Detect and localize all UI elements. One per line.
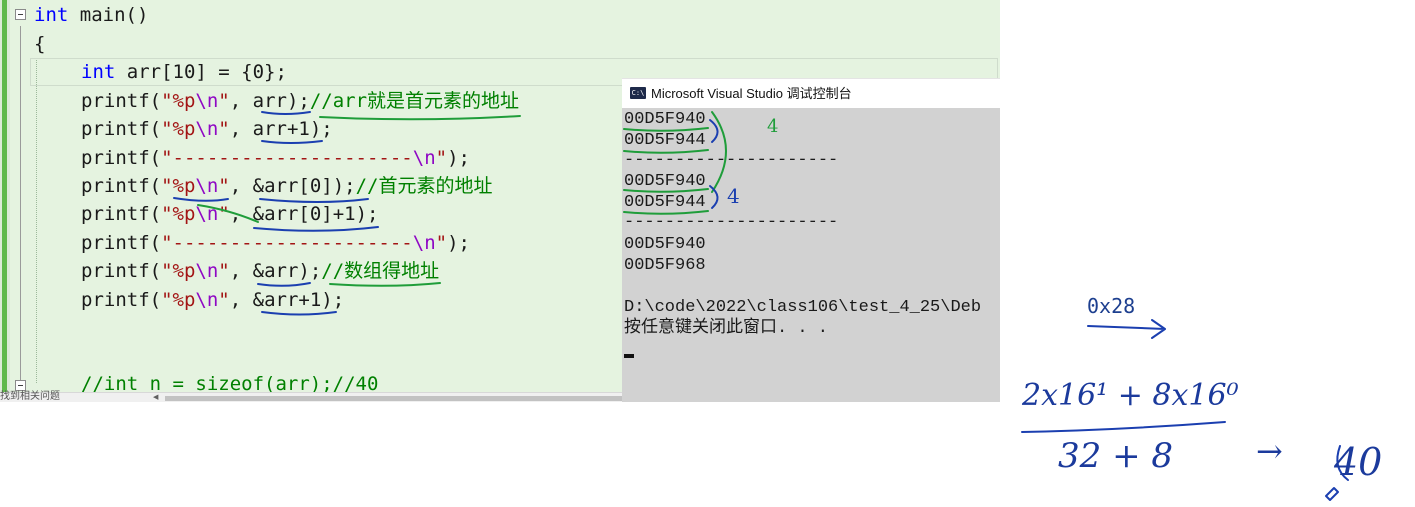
string-close: " — [435, 232, 448, 254]
scroll-left-icon[interactable]: ◀ — [153, 394, 158, 401]
console-line: 按任意键关闭此窗口. . . — [624, 319, 829, 338]
code-line-3[interactable]: int arr[10] = {0}; — [81, 58, 287, 86]
pen-cursor-icon — [1325, 487, 1339, 501]
function-call: printf( — [81, 147, 162, 169]
code-line-6[interactable]: printf("---------------------\n"); — [81, 144, 470, 172]
diff-note-2: 4 — [727, 184, 740, 208]
function-call: printf( — [81, 260, 162, 282]
string-close: " — [435, 147, 448, 169]
keyword-int: int — [81, 61, 116, 83]
fold-guide-line — [20, 26, 21, 381]
debug-console-window[interactable]: C:\ Microsoft Visual Studio 调试控制台 00D5F9… — [622, 78, 1000, 402]
escape-sequence: \n — [195, 118, 219, 140]
code-comment: //数组得地址 — [321, 260, 440, 282]
collapse-comment-icon[interactable] — [15, 380, 26, 391]
call-args: , &arr+1); — [229, 289, 345, 311]
escape-sequence: \n — [195, 175, 219, 197]
diff-note-1: 4 — [767, 116, 779, 137]
function-call: printf( — [81, 203, 162, 225]
console-line: 00D5F944 — [624, 193, 706, 212]
collapse-main-icon[interactable] — [15, 9, 26, 20]
function-call: printf( — [81, 289, 162, 311]
code-comment: //首元素的地址 — [355, 175, 493, 197]
escape-sequence: \n — [412, 147, 436, 169]
code-line-1[interactable]: int main() — [34, 1, 148, 29]
escape-sequence: \n — [195, 260, 219, 282]
code-line-9[interactable]: printf("---------------------\n"); — [81, 229, 470, 257]
function-call: printf( — [81, 118, 162, 140]
hex-numerator: 2x16¹ + 8x16⁰ — [1022, 378, 1239, 413]
string-close: " — [218, 118, 230, 140]
console-line: D:\code\2022\class106\test_4_25\Deb — [624, 298, 982, 317]
console-line: 00D5F940 — [624, 235, 706, 254]
console-cursor — [624, 354, 634, 358]
code-line-2[interactable]: { — [34, 30, 45, 58]
code-line-8[interactable]: printf("%p\n", &arr[0]+1); — [81, 200, 378, 228]
code-line-5[interactable]: printf("%p\n", arr+1); — [81, 115, 333, 143]
call-args: , arr); — [229, 90, 310, 112]
console-output[interactable]: 00D5F940 00D5F944 --------------------- … — [622, 108, 1000, 402]
call-args: , &arr[0]+1); — [229, 203, 379, 225]
string-close: " — [218, 289, 230, 311]
call-args: , &arr); — [229, 260, 322, 282]
console-app-icon: C:\ — [630, 87, 646, 99]
string-literal: "%p — [161, 118, 196, 140]
change-tracking-bar — [2, 0, 7, 392]
string-close: " — [218, 203, 230, 225]
code-line-10[interactable]: printf("%p\n", &arr);//数组得地址 — [81, 257, 439, 285]
find-related-issues-hint[interactable]: 找到相关问题 — [0, 391, 60, 402]
offset-label: 0x28 — [1087, 294, 1136, 318]
console-line: 00D5F940 — [624, 110, 706, 129]
string-close: " — [218, 90, 230, 112]
function-call: printf( — [81, 232, 162, 254]
console-line: --------------------- — [624, 151, 839, 170]
code-line-4[interactable]: printf("%p\n", arr);//arr就是首元素的地址 — [81, 87, 519, 115]
string-literal: "%p — [161, 289, 196, 311]
code-line-11[interactable]: printf("%p\n", &arr+1); — [81, 286, 344, 314]
function-signature: main() — [68, 4, 149, 26]
string-literal: "--------------------- — [161, 147, 413, 169]
string-close: " — [218, 175, 230, 197]
console-line: --------------------- — [624, 213, 839, 232]
escape-sequence: \n — [195, 90, 219, 112]
call-args: ); — [447, 232, 470, 254]
function-call: printf( — [81, 175, 162, 197]
open-brace: { — [34, 33, 46, 55]
string-close: " — [218, 260, 230, 282]
string-literal: "%p — [161, 203, 196, 225]
escape-sequence: \n — [195, 203, 219, 225]
result-arrow-icon: → — [1256, 432, 1283, 470]
indent-guide — [36, 58, 37, 383]
string-literal: "%p — [161, 175, 196, 197]
function-call: printf( — [81, 90, 162, 112]
escape-sequence: \n — [412, 232, 436, 254]
call-args: , &arr[0]); — [229, 175, 356, 197]
array-declaration: arr[10] = {0}; — [115, 61, 287, 83]
console-line: 00D5F968 — [624, 256, 706, 275]
result-value: 40 — [1334, 440, 1383, 484]
keyword-int: int — [34, 4, 69, 26]
screen: int main() { int arr[10] = {0}; printf("… — [0, 0, 1415, 507]
fraction-bar — [1021, 421, 1226, 433]
console-title: Microsoft Visual Studio 调试控制台 — [651, 86, 852, 101]
string-literal: "%p — [161, 260, 196, 282]
string-literal: "%p — [161, 90, 196, 112]
call-args: , arr+1); — [229, 118, 333, 140]
console-line: 00D5F940 — [624, 172, 706, 191]
code-line-7[interactable]: printf("%p\n", &arr[0]);//首元素的地址 — [81, 172, 492, 200]
scrollbar-thumb[interactable] — [165, 396, 622, 401]
string-literal: "--------------------- — [161, 232, 413, 254]
console-titlebar[interactable]: C:\ Microsoft Visual Studio 调试控制台 — [622, 78, 1000, 108]
offset-arrow — [1087, 319, 1166, 339]
call-args: ); — [447, 147, 470, 169]
hex-denominator: 32 + 8 — [1058, 436, 1173, 476]
code-comment: //arr就是首元素的地址 — [309, 90, 520, 112]
console-line: 00D5F944 — [624, 131, 706, 150]
escape-sequence: \n — [195, 289, 219, 311]
